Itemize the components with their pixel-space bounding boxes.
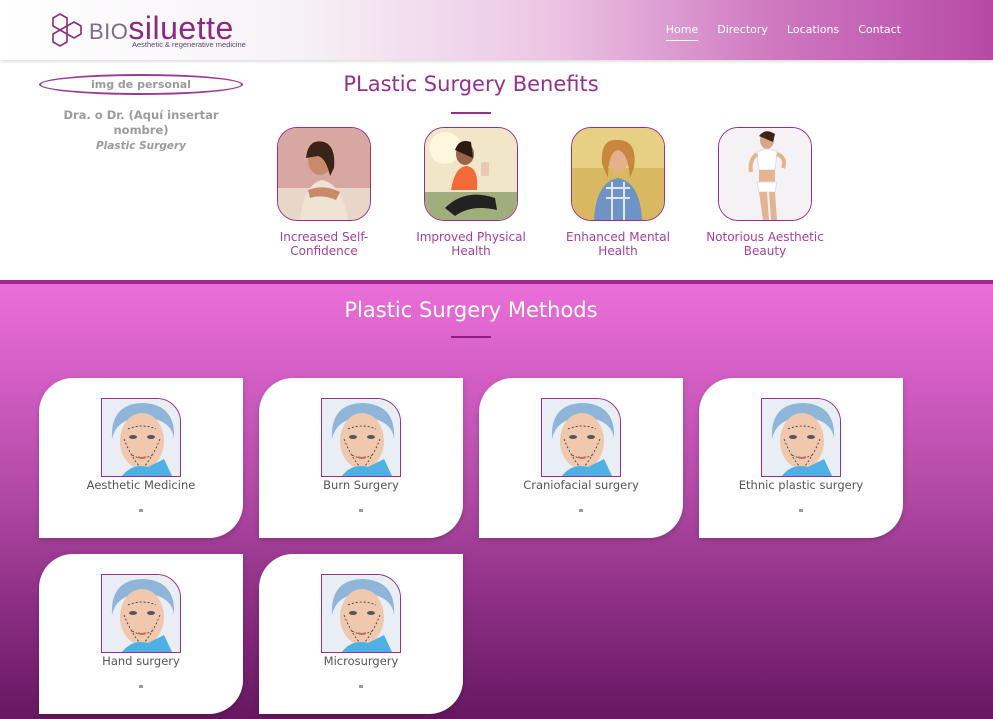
method-label: Ethnic plastic surgery — [738, 478, 864, 492]
method-card-craniofacial-surgery[interactable]: Craniofacial surgery — [479, 378, 683, 538]
hexagon-logo-icon — [52, 13, 82, 47]
site-header: BIOsiluette Aesthetic & regenerative med… — [0, 0, 993, 60]
method-face-photo — [101, 574, 181, 653]
card-dot — [579, 509, 583, 512]
staff-name: Dra. o Dr. (Aquí insertar nombre) — [63, 108, 219, 137]
benefit-label: Improved Physical Health — [416, 230, 526, 258]
benefit-item: Increased Self-Confidence — [259, 127, 389, 258]
method-face-photo — [101, 398, 181, 477]
method-face-photo — [541, 398, 621, 477]
card-dot — [139, 685, 143, 688]
benefits-title: PLastic Surgery Benefits — [343, 72, 599, 96]
benefit-label: Increased Self-Confidence — [279, 230, 369, 258]
benefit-label: Notorious Aesthetic Beauty — [706, 230, 824, 258]
benefit-photo-physical — [424, 127, 518, 221]
method-card-microsurgery[interactable]: Microsurgery — [259, 554, 463, 714]
benefit-label: Enhanced Mental Health — [566, 230, 670, 258]
method-card-burn-surgery[interactable]: Burn Surgery — [259, 378, 463, 538]
benefit-item: Improved Physical Health — [406, 127, 536, 258]
methods-section: Plastic Surgery Methods Aesthetic Medici… — [0, 280, 993, 719]
method-label: Hand surgery — [102, 654, 180, 668]
method-label: Microsurgery — [323, 654, 399, 668]
benefit-photo-confidence — [277, 127, 371, 221]
nav-locations[interactable]: Locations — [787, 23, 839, 41]
nav-contact[interactable]: Contact — [858, 23, 901, 41]
card-dot — [359, 509, 363, 512]
benefit-item: Enhanced Mental Health — [553, 127, 683, 258]
method-face-photo — [321, 574, 401, 653]
logo-prefix: BIO — [89, 19, 129, 44]
staff-role: Plastic Surgery — [95, 140, 186, 152]
card-dot — [359, 685, 363, 688]
main-nav: Home Directory Locations Contact — [665, 23, 901, 41]
benefits-divider — [451, 112, 491, 114]
method-label: Craniofacial surgery — [523, 478, 639, 492]
card-dot — [139, 509, 143, 512]
method-label: Burn Surgery — [323, 478, 399, 492]
benefit-photo-mental — [571, 127, 665, 221]
method-label: Aesthetic Medicine — [86, 478, 196, 492]
method-card-aesthetic-medicine[interactable]: Aesthetic Medicine — [39, 378, 243, 538]
methods-title: Plastic Surgery Methods — [344, 298, 598, 322]
staff-image-placeholder: img de personal — [39, 74, 243, 95]
benefit-photo-beauty — [718, 127, 812, 221]
method-face-photo — [321, 398, 401, 477]
logo-tagline: Aesthetic & regenerative medicine — [132, 40, 246, 49]
site-logo[interactable]: BIOsiluette Aesthetic & regenerative med… — [50, 10, 250, 52]
method-card-ethnic-plastic-surgery[interactable]: Ethnic plastic surgery — [699, 378, 903, 538]
nav-home[interactable]: Home — [665, 23, 699, 41]
card-dot — [799, 509, 803, 512]
benefit-item: Notorious Aesthetic Beauty — [700, 127, 830, 258]
method-card-hand-surgery[interactable]: Hand surgery — [39, 554, 243, 714]
broken-image-alt: img de personal — [91, 78, 191, 91]
nav-directory[interactable]: Directory — [717, 23, 768, 41]
methods-divider — [451, 336, 491, 338]
method-face-photo — [761, 398, 841, 477]
